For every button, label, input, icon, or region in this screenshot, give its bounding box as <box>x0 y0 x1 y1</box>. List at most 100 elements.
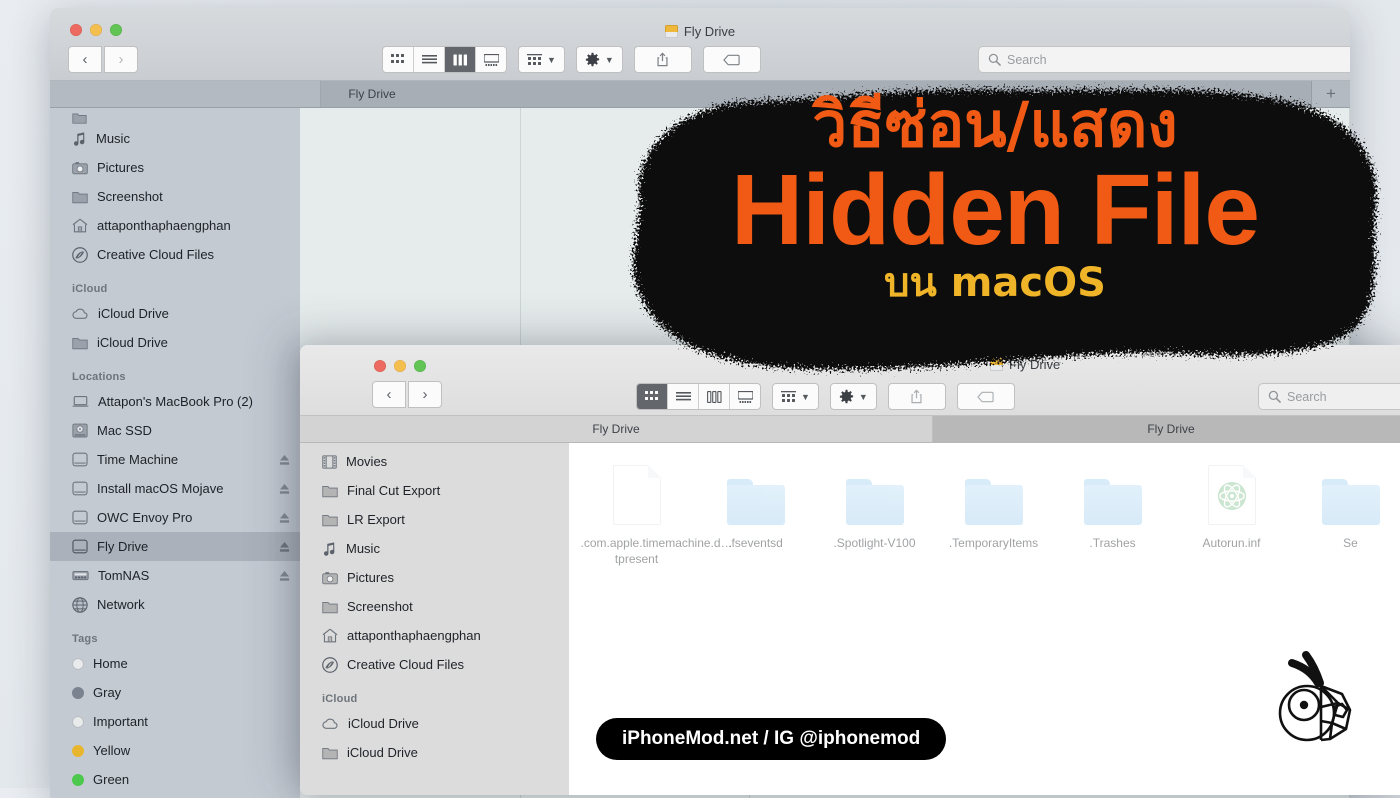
toolbar-front[interactable]: ▼ ▼ <box>636 383 1015 410</box>
sidebar-item-movies[interactable]: Movies <box>300 447 569 476</box>
search-field-back[interactable]: Search <box>978 46 1350 73</box>
sidebar-item-label: Final Cut Export <box>347 483 559 498</box>
sidebar-tag-important[interactable]: Important <box>50 707 300 736</box>
file-item[interactable]: .Trashes <box>1053 463 1172 567</box>
forward-button[interactable]: › <box>408 381 442 408</box>
column-view-button[interactable] <box>445 47 476 72</box>
sidebar-group-locations: Locations <box>50 357 300 387</box>
sidebar-item-icloud-drive[interactable]: iCloud Drive <box>300 709 569 738</box>
sidebar-item-icloud-drive-folder[interactable]: iCloud Drive <box>50 328 300 357</box>
zoom-button[interactable] <box>414 360 426 372</box>
sidebar-item-icloud-drive[interactable]: iCloud Drive <box>50 299 300 328</box>
sidebar-item-screenshot[interactable]: Screenshot <box>50 182 300 211</box>
window-controls-front[interactable] <box>374 360 426 372</box>
sidebar-item-label: Attapon's MacBook Pro (2) <box>98 394 290 409</box>
group-by-button-front[interactable]: ▼ <box>772 383 819 410</box>
sidebar-item-owc-envoy-pro[interactable]: OWC Envoy Pro <box>50 503 300 532</box>
sidebar-item-creative-cloud[interactable]: Creative Cloud Files <box>300 650 569 679</box>
zoom-button[interactable] <box>110 24 122 36</box>
tab-bar-front[interactable]: Fly Drive Fly Drive <box>300 416 1400 443</box>
sidebar-tag-green[interactable]: Green <box>50 765 300 794</box>
file-item[interactable]: .com.apple.timemachine.d…tpresent <box>577 463 696 567</box>
sidebar-item-final-cut-export[interactable]: Final Cut Export <box>300 476 569 505</box>
sidebar-item-mac-ssd[interactable]: Mac SSD <box>50 416 300 445</box>
group-by-button-back[interactable]: ▼ <box>518 46 565 73</box>
sidebar-item-label: Pictures <box>97 160 290 175</box>
share-button-front[interactable] <box>888 383 946 410</box>
sidebar-item-partial-top[interactable] <box>50 110 300 124</box>
sidebar-item-network[interactable]: Network <box>50 590 300 619</box>
list-view-button[interactable] <box>414 47 445 72</box>
gallery-view-button[interactable] <box>476 47 506 72</box>
column-view-button[interactable] <box>699 384 730 409</box>
sidebar-back[interactable]: Music Pictures Screenshot a <box>50 108 300 798</box>
sidebar-item-home[interactable]: attaponthaphaengphan <box>50 211 300 240</box>
close-button[interactable] <box>70 24 82 36</box>
tab-fly-drive-back[interactable]: Fly Drive <box>321 81 1312 107</box>
eject-icon[interactable] <box>279 512 290 524</box>
tab-fly-drive-2[interactable]: Fly Drive <box>933 416 1400 442</box>
file-item[interactable]: .fseventsd <box>696 463 815 567</box>
new-tab-button-back[interactable]: + <box>1312 81 1350 107</box>
list-view-button[interactable] <box>668 384 699 409</box>
eject-icon[interactable] <box>279 570 290 582</box>
sidebar-item-install-macos-mojave[interactable]: Install macOS Mojave <box>50 474 300 503</box>
file-grid: .com.apple.timemachine.d…tpresent .fseve… <box>569 463 1400 567</box>
sidebar-tag-home[interactable]: Home <box>50 649 300 678</box>
file-item[interactable]: Se <box>1291 463 1400 567</box>
sidebar-item-creative-cloud[interactable]: Creative Cloud Files <box>50 240 300 269</box>
back-button[interactable]: ‹ <box>68 46 102 73</box>
close-button[interactable] <box>374 360 386 372</box>
sidebar-item-time-machine[interactable]: Time Machine <box>50 445 300 474</box>
tab-fly-drive-1[interactable]: Fly Drive <box>300 416 933 442</box>
icon-view-button[interactable] <box>637 384 668 409</box>
file-item[interactable]: .TemporaryItems <box>934 463 1053 567</box>
nav-buttons-back[interactable]: ‹ › <box>68 46 138 73</box>
sidebar-item-label: LR Export <box>347 512 559 527</box>
sidebar-item-fly-drive[interactable]: Fly Drive <box>50 532 300 561</box>
folder-icon <box>846 479 904 525</box>
gallery-view-button[interactable] <box>730 384 760 409</box>
nav-buttons-front[interactable]: ‹ › <box>372 381 442 408</box>
action-menu-button-back[interactable]: ▼ <box>576 46 623 73</box>
document-icon <box>1208 465 1256 525</box>
view-mode-segmented-back[interactable] <box>382 46 507 73</box>
file-item[interactable]: .Spotlight-V100 <box>815 463 934 567</box>
tag-dot-icon <box>72 658 84 670</box>
eject-icon[interactable] <box>279 483 290 495</box>
sidebar-item-home[interactable]: attaponthaphaengphan <box>300 621 569 650</box>
sidebar-front[interactable]: Movies Final Cut Export LR Export Music <box>300 443 569 795</box>
sidebar-item-pictures[interactable]: Pictures <box>50 153 300 182</box>
sidebar-item-pictures[interactable]: Pictures <box>300 563 569 592</box>
toolbar-back[interactable]: ▼ ▼ <box>382 46 761 73</box>
minimize-button[interactable] <box>394 360 406 372</box>
external-disk-icon <box>72 481 88 496</box>
eject-icon[interactable] <box>279 541 290 553</box>
back-button[interactable]: ‹ <box>372 381 406 408</box>
sidebar-tag-gray[interactable]: Gray <box>50 678 300 707</box>
sidebar-item-macbook-pro[interactable]: Attapon's MacBook Pro (2) <box>50 387 300 416</box>
sidebar-item-lr-export[interactable]: LR Export <box>300 505 569 534</box>
sidebar-item-tomnas[interactable]: TomNAS <box>50 561 300 590</box>
music-note-icon <box>322 541 337 556</box>
tab-bar-back[interactable]: Fly Drive + <box>50 81 1350 108</box>
sidebar-item-icloud-drive-folder[interactable]: iCloud Drive <box>300 738 569 767</box>
drive-icon <box>665 25 678 38</box>
tags-button-front[interactable] <box>957 383 1015 410</box>
search-field-front[interactable]: Search <box>1258 383 1400 410</box>
sidebar-tag-yellow[interactable]: Yellow <box>50 736 300 765</box>
sidebar-item-music[interactable]: Music <box>50 124 300 153</box>
tab-back-spacer[interactable] <box>50 81 321 107</box>
view-mode-segmented-front[interactable] <box>636 383 761 410</box>
share-button-back[interactable] <box>634 46 692 73</box>
sidebar-item-screenshot[interactable]: Screenshot <box>300 592 569 621</box>
tags-button-back[interactable] <box>703 46 761 73</box>
minimize-button[interactable] <box>90 24 102 36</box>
action-menu-button-front[interactable]: ▼ <box>830 383 877 410</box>
file-item[interactable]: Autorun.inf <box>1172 463 1291 567</box>
icon-view-button[interactable] <box>383 47 414 72</box>
forward-button[interactable]: › <box>104 46 138 73</box>
window-controls-back[interactable] <box>70 24 122 36</box>
sidebar-item-music[interactable]: Music <box>300 534 569 563</box>
eject-icon[interactable] <box>279 454 290 466</box>
